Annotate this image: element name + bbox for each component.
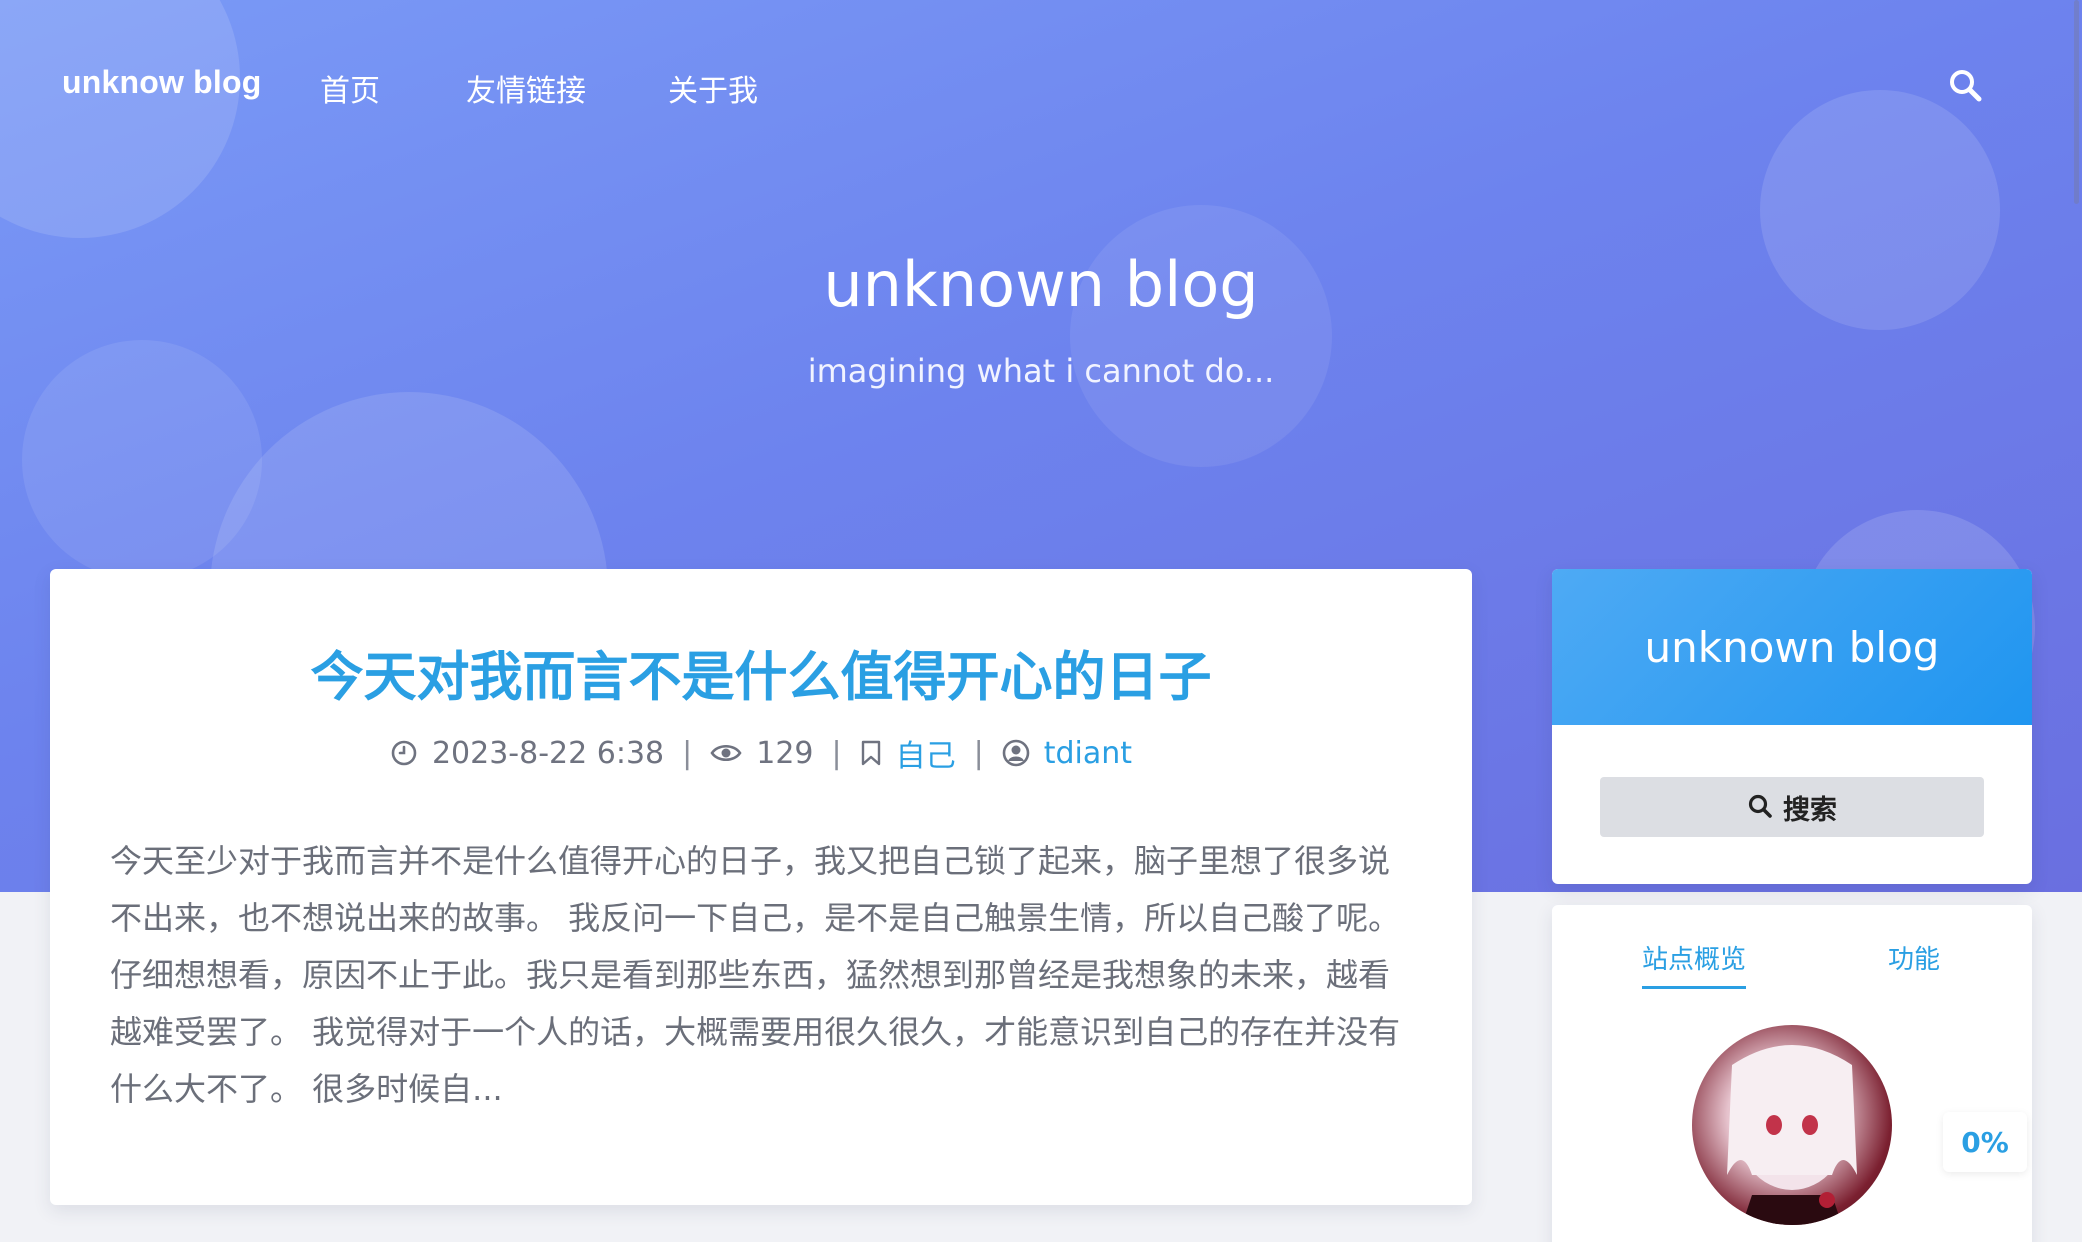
post-views-count: 129 — [756, 735, 814, 771]
eye-icon — [710, 739, 742, 767]
tab-site-overview[interactable]: 站点概览 — [1642, 939, 1747, 989]
post-title-link[interactable]: 今天对我而言不是什么值得开心的日子 — [50, 635, 1472, 711]
sidebar-search-button[interactable]: 搜索 — [1600, 777, 1984, 837]
sidebar-search-label: 搜索 — [1783, 794, 1837, 826]
decorative-bubble — [1070, 205, 1332, 467]
post-category: 自己 — [860, 731, 956, 775]
hero-subtitle: imagining what i cannot do... — [807, 352, 1275, 390]
top-navigation: unknow blog 首页 友情链接 关于我 — [0, 0, 2082, 172]
scrollbar-thumb[interactable] — [2074, 0, 2079, 204]
meta-separator: | — [973, 735, 984, 771]
sidebar-site-title: unknown blog — [1644, 622, 1940, 672]
avatar — [1692, 1025, 1892, 1225]
post-date-text: 2023-8-22 6:38 — [431, 735, 665, 771]
sidebar-header: unknown blog — [1552, 569, 2032, 725]
tab-function[interactable]: 功能 — [1888, 939, 1940, 986]
nav-link-home[interactable]: 首页 — [320, 66, 380, 110]
post-views: 129 — [710, 735, 814, 771]
post-author: tdiant — [1002, 736, 1132, 771]
hero-title: unknown blog — [823, 248, 1259, 321]
sidebar-overview-card: 站点概览 功能 — [1552, 905, 2032, 1242]
user-circle-icon — [1002, 739, 1030, 767]
post-meta: 2023-8-22 6:38 | 129 | 自己 | tdiant — [50, 731, 1472, 775]
post-author-link[interactable]: tdiant — [1044, 736, 1132, 771]
site-brand-link[interactable]: unknow blog — [62, 64, 262, 101]
post-card: 今天对我而言不是什么值得开心的日子 2023-8-22 6:38 | 129 | — [50, 569, 1472, 1205]
search-icon[interactable] — [1948, 68, 1982, 102]
post-excerpt: 今天至少对于我而言并不是什么值得开心的日子，我又把自己锁了起来，脑子里想了很多说… — [110, 842, 1401, 1108]
meta-separator: | — [831, 735, 842, 771]
reading-progress-badge[interactable]: 0% — [1943, 1112, 2027, 1172]
bookmark-icon — [860, 739, 882, 767]
sidebar-site-card: unknown blog 搜索 — [1552, 569, 2032, 884]
post-date: 2023-8-22 6:38 — [390, 736, 664, 771]
post-category-link[interactable]: 自己 — [896, 731, 956, 775]
meta-separator: | — [682, 735, 693, 771]
nav-link-about[interactable]: 关于我 — [668, 66, 758, 110]
search-icon — [1747, 793, 1773, 822]
clock-icon — [390, 739, 418, 767]
nav-link-friends[interactable]: 友情链接 — [466, 66, 586, 110]
